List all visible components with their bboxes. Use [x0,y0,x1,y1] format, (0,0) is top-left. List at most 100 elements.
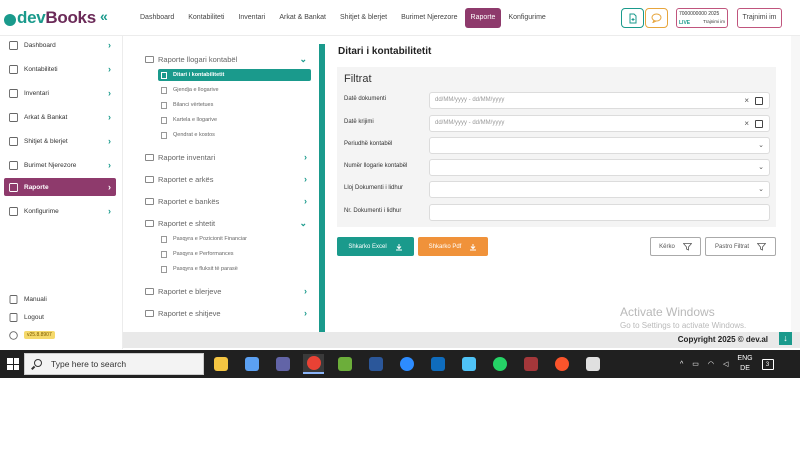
tree-section-raportet-e-blerjeve[interactable]: Raportet e blerjeve › [145,284,313,298]
tree-item-label: Kartela e llogarive [173,117,218,123]
activate-line1: Activate Windows [620,305,715,319]
filter-placeholder: dd/MM/yyyy - dd/MM/yyyy [435,97,505,103]
topnav-raporte[interactable]: Raporte [464,8,502,28]
sidebar-item-kontabiliteti[interactable]: Kontabiliteti › [4,60,116,78]
tree-section-raporte-llogari-kontabel[interactable]: Raporte llogari kontabël ⌄ [145,52,313,66]
notifications-icon[interactable]: 3 [761,358,774,370]
filter-field-numer-llogarie-kontabel[interactable]: ⌄ [429,159,770,176]
calendar-icon[interactable] [755,120,763,128]
sidebar-manuali[interactable]: Manuali [4,290,116,308]
network-icon[interactable]: ▭ [692,360,699,368]
taskbar-app-word[interactable] [365,354,386,374]
filter-field-nr-dokumenti-i-lidhur[interactable] [429,204,770,221]
filter-field-date-dokumenti[interactable]: dd/MM/yyyy - dd/MM/yyyy × [429,92,770,109]
tree-section-raportet-e-arkes[interactable]: Raportet e arkës › [145,172,313,186]
license-plan: Trajnimi im [703,19,725,24]
tree-section-raportet-e-shtetit[interactable]: Raportet e shtetit ⌄ [145,216,313,230]
topnav-inventari[interactable]: Inventari [231,8,272,28]
download-icon [470,243,477,250]
sidebar-item-konfigurime[interactable]: Konfigurime › [4,202,116,220]
topnav-konfigurime[interactable]: Konfigurime [501,8,552,28]
taskbar-app-stack[interactable] [582,354,603,374]
clear-date-icon[interactable]: × [744,93,749,108]
tree-item-bilanci-vertetues[interactable]: Bilanci vërtetues [158,99,311,111]
tree-item-pasqyra-e-fluksit-te-parase[interactable]: Pasqyra e fluksit të parasë [158,263,311,275]
sidebar-item-dashboard[interactable]: Dashboard › [4,36,116,54]
taskbar-app-file-explorer[interactable] [210,354,231,374]
tree-item-qendrat-e-kostos[interactable]: Qendrat e kostos [158,129,311,141]
outlook-icon [430,357,445,371]
cart-icon [8,136,18,146]
tree-item-ditari-i-kontabilitetit[interactable]: Ditari i kontabilitetit [158,69,311,81]
tree-section-raportet-e-bankes[interactable]: Raportet e bankës › [145,194,313,208]
taskbar-app-teams[interactable] [272,354,293,374]
download-excel-button[interactable]: Shkarko Excel [337,237,414,256]
volume-icon[interactable]: ◁ [723,360,728,368]
tree-section-label: Raportet e bankës [158,196,220,206]
devbooks-logo[interactable]: devBooks [4,7,96,29]
tree-item-pasqyra-e-performances[interactable]: Pasqyra e Performances [158,248,311,260]
sidebar-item-inventari[interactable]: Inventari › [4,84,116,102]
chevron-right-icon: › [304,308,307,318]
calendar-icon[interactable] [755,97,763,105]
search-label: Kërko [659,243,675,250]
document-icon [161,265,167,273]
taskbar-search[interactable]: Type here to search [24,353,204,375]
page-scrollbar[interactable] [791,36,800,332]
people-icon [8,160,18,170]
topnav-burimet-njerezore[interactable]: Burimet Njerezore [394,8,464,28]
main-accent-bar [319,44,325,332]
tree-item-kartela-e-llogarive[interactable]: Kartela e llogarive [158,114,311,126]
user-button[interactable]: Trajnimi im [737,8,782,28]
filters-panel: Filtrat Datë dokumenti dd/MM/yyyy - dd/MM… [337,67,776,227]
sidebar-item-shitjet-blerjet[interactable]: Shitjet & blerjet › [4,132,116,150]
taskbar-app-copilot[interactable] [241,354,262,374]
download-pdf-button[interactable]: Shkarko Pdf [418,237,488,256]
chat-button[interactable] [645,8,668,28]
taskbar-app-brave[interactable] [551,354,572,374]
license-status-box[interactable]: 7000000000 2025 LIVE Trajnimi im [676,8,728,28]
filter-icon [757,242,766,251]
taskbar-app-outlook[interactable] [427,354,448,374]
sidebar-item-burimet-njerezore[interactable]: Burimet Njerezore › [4,156,116,174]
topnav-kontabiliteti[interactable]: Kontabiliteti [181,8,231,28]
taskbar-app-access[interactable] [520,354,541,374]
taskbar-app-chrome[interactable] [303,354,324,374]
new-document-button[interactable] [621,8,644,28]
taskbar-apps [210,354,603,374]
wifi-icon[interactable]: ◠ [708,360,714,368]
page-title: Ditari i kontabilitetit [338,46,432,57]
filter-field-date-krijimi[interactable]: dd/MM/yyyy - dd/MM/yyyy × [429,115,770,132]
filter-field-lloj-dokumenti-i-lidhur[interactable]: ⌄ [429,181,770,198]
sidebar-item-raporte[interactable]: Raporte › [4,178,116,196]
tree-section-raporte-inventari[interactable]: Raporte inventari › [145,150,313,164]
clear-filters-label: Pastro Filtrat [714,243,749,250]
report-tree: Raporte llogari kontabël ⌄ Ditari i kontab… [127,36,317,332]
collapse-sidebar-icon[interactable]: « [100,8,108,24]
tree-section-raportet-e-shitjeve[interactable]: Raportet e shitjeve › [145,306,313,320]
taskbar-app-whatsapp[interactable] [489,354,510,374]
tree-item-gjendja-e-llogarive[interactable]: Gjendja e llogarive [158,84,311,96]
info-icon [8,330,18,340]
language-indicator[interactable]: ENG DE [737,354,752,374]
topnav-shitjet-blerjet[interactable]: Shitjet & blerjet [333,8,394,28]
taskbar-app-calculator[interactable] [458,354,479,374]
topnav-dashboard[interactable]: Dashboard [133,8,181,28]
clear-filters-button[interactable]: Pastro Filtrat [705,237,776,256]
taskbar-app-zoom[interactable] [396,354,417,374]
document-icon [161,116,167,124]
search-button[interactable]: Kërko [650,237,701,256]
topnav-arkat-bankat[interactable]: Arkat & Bankat [272,8,333,28]
sidebar-logout[interactable]: Logout [4,308,116,326]
filters-title: Filtrat [344,73,372,85]
clear-date-icon[interactable]: × [744,116,749,131]
taskbar-app-feather[interactable] [334,354,355,374]
sidebar-item-arkat-bankat[interactable]: Arkat & Bankat › [4,108,116,126]
tree-item-label: Qendrat e kostos [173,132,215,138]
tree-item-pasqyra-e-pozicionit-financiar[interactable]: Pasqyra e Pozicionit Financiar [158,233,311,245]
chevron-up-icon[interactable]: ^ [680,361,683,368]
filter-field-periudhe-kontabel[interactable]: ⌄ [429,137,770,154]
scroll-down-icon[interactable]: ↓ [779,332,792,345]
download-pdf-label: Shkarko Pdf [428,243,462,250]
windows-start-icon[interactable] [7,358,19,370]
